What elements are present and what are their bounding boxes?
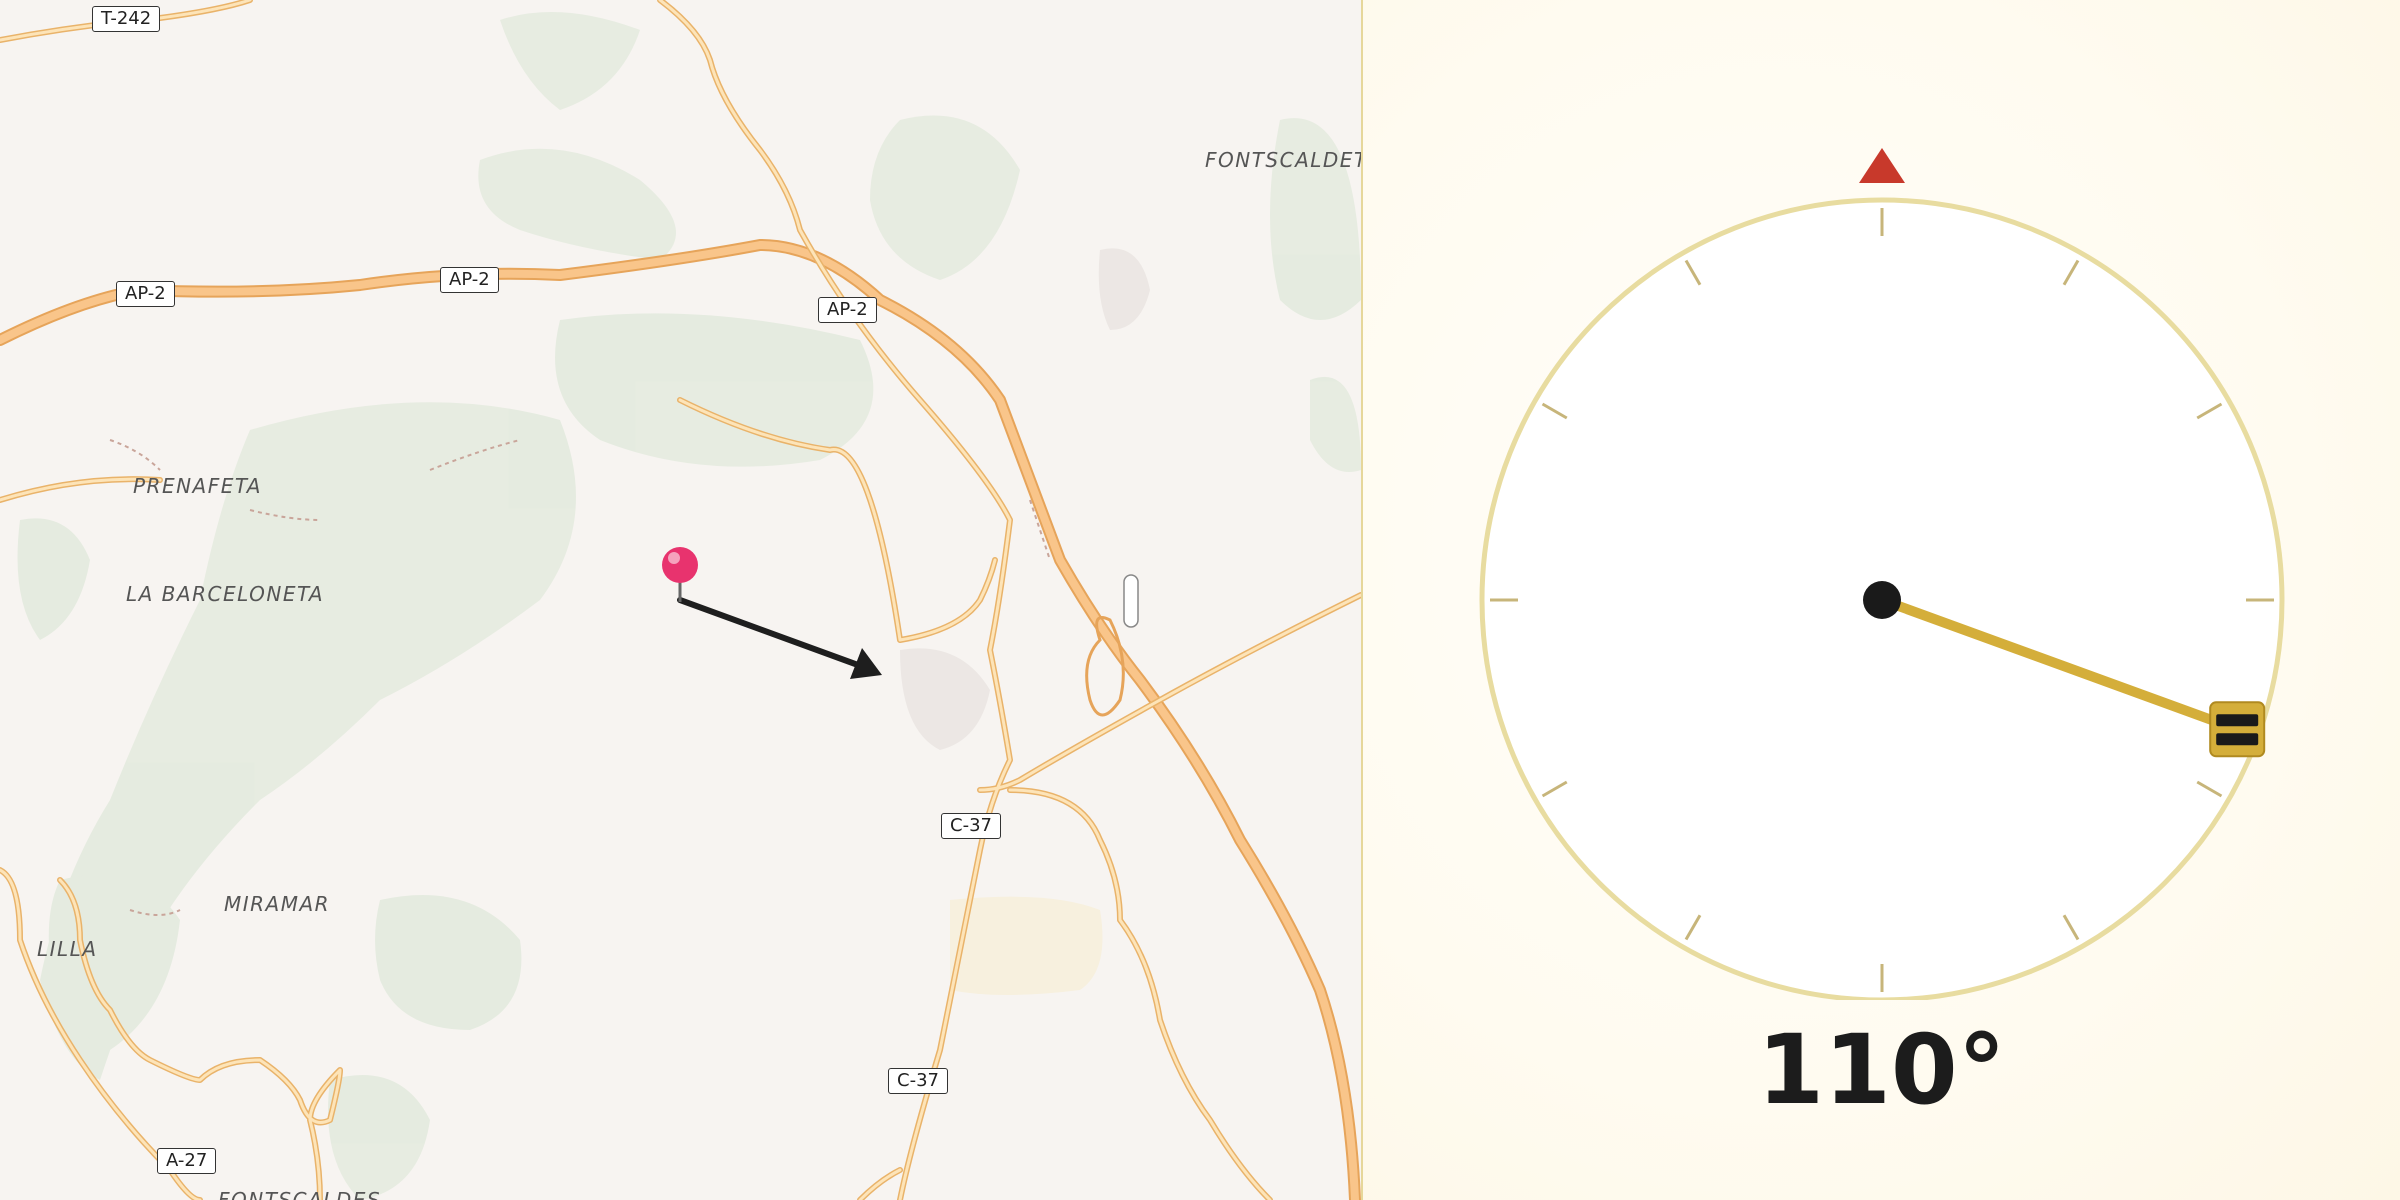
urban-areas — [900, 248, 1150, 750]
place-label-la-barceloneta: LA BARCELONETA — [126, 582, 325, 606]
needle-pivot — [1863, 581, 1901, 619]
map-panel[interactable]: FONTSCALDETE PRENAFETA LA BARCELONETA MI… — [0, 0, 1361, 1200]
place-label-fontscaldes: FONTSCALDES — [218, 1188, 382, 1200]
road-shield-ap2: AP-2 — [116, 281, 175, 307]
place-label-miramar: MIRAMAR — [224, 892, 331, 916]
road-shield-a27: A-27 — [157, 1148, 217, 1174]
place-label-prenafeta: PRENAFETA — [133, 474, 262, 498]
road-shield-c37: C-37 — [941, 813, 1001, 839]
compass-dial[interactable] — [1363, 0, 2400, 1000]
industrial-area — [950, 896, 1103, 995]
direction-arrow — [677, 597, 882, 679]
heading-drag-handle[interactable] — [2209, 701, 2266, 758]
place-label-lilla: LILLA — [37, 937, 98, 961]
road-shield-ap2: AP-2 — [818, 297, 877, 323]
road-shield-t242: T-242 — [92, 6, 161, 32]
road-shield-ap2: AP-2 — [440, 267, 499, 293]
heading-readout: 110° — [1757, 1014, 2006, 1126]
location-pin[interactable] — [662, 547, 698, 602]
place-label-fontscaldetes: FONTSCALDETE — [1205, 148, 1361, 172]
north-marker — [1859, 148, 1905, 183]
toll-marker — [1123, 574, 1139, 628]
compass-panel: 110° — [1363, 0, 2400, 1200]
road-shield-c37: C-37 — [888, 1068, 948, 1094]
